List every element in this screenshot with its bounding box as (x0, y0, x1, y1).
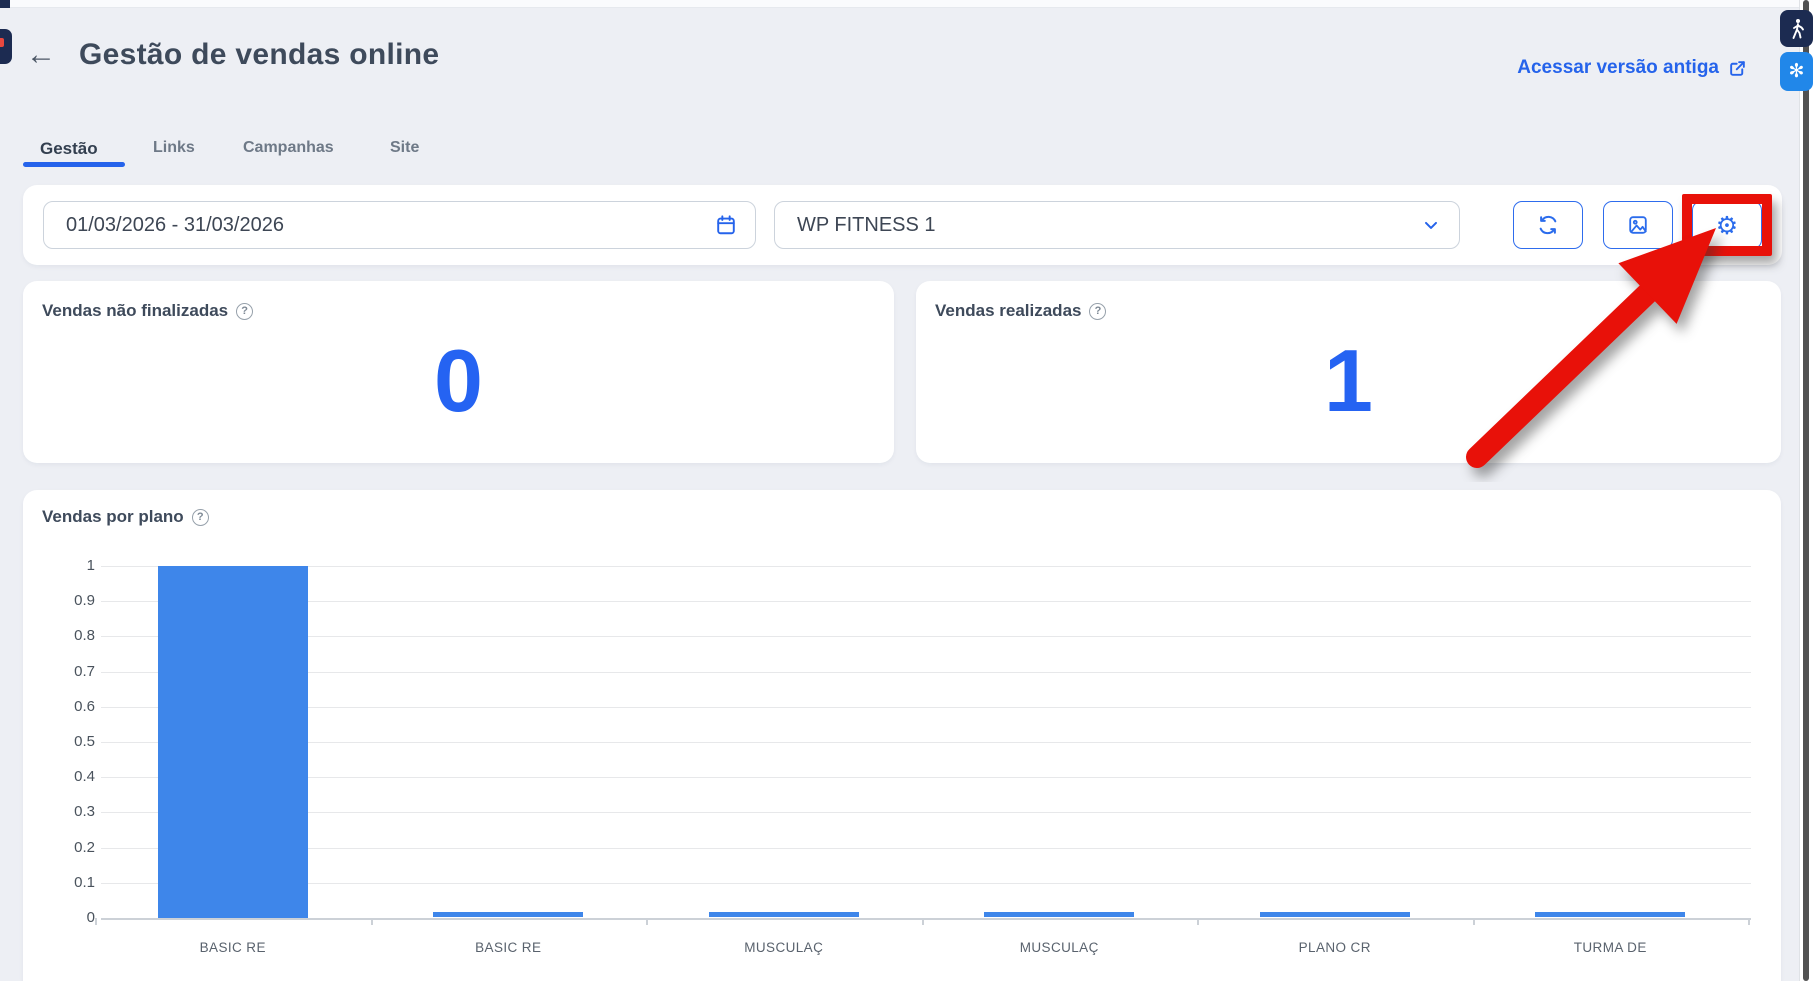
y-axis-tick-label: 0.6 (37, 698, 95, 715)
stat-value-completed: 1 (916, 337, 1781, 425)
y-axis-tick-label: 0.3 (37, 803, 95, 820)
x-axis-tick (1197, 918, 1199, 925)
gridline (101, 707, 1751, 708)
gridline (101, 601, 1751, 602)
scrollbar-thumb[interactable] (1803, 0, 1809, 981)
stat-label: Vendas realizadas (935, 301, 1081, 321)
back-button[interactable]: ← (26, 40, 56, 70)
bar-plano-cr (1260, 912, 1410, 917)
help-icon[interactable]: ? (1089, 303, 1106, 320)
toolbar: 01/03/2026 - 31/03/2026 WP FITNESS 1 (23, 185, 1782, 265)
gridline (101, 777, 1751, 778)
help-icon[interactable]: ? (236, 303, 253, 320)
x-axis-category-label: MUSCULAÇ (646, 940, 922, 955)
x-axis-category-label: BASIC RE (370, 940, 646, 955)
unit-select[interactable]: WP FITNESS 1 (774, 201, 1460, 249)
x-axis-tick (922, 918, 924, 925)
external-link-icon (1728, 59, 1747, 78)
y-axis-tick-label: 0.1 (37, 874, 95, 891)
date-range-value: 01/03/2026 - 31/03/2026 (44, 214, 715, 237)
active-tab-underline (23, 162, 125, 167)
stat-card-completed-sales: Vendas realizadas ? 1 (916, 281, 1781, 463)
x-axis-category-label: BASIC RE (95, 940, 371, 955)
y-axis-tick-label: 0.2 (37, 839, 95, 856)
x-axis-tick (646, 918, 648, 925)
refresh-icon (1537, 214, 1559, 236)
sales-management-page: ← Gestão de vendas online Acessar versão… (0, 0, 1816, 981)
sales-by-plan-card: Vendas por plano ? 10.90.80.70.60.50.40.… (23, 490, 1781, 981)
tab-campanhas[interactable]: Campanhas (243, 139, 334, 157)
y-axis-tick-label: 0.7 (37, 663, 95, 680)
legacy-version-link-label: Acessar versão antiga (1517, 57, 1719, 79)
calendar-icon (715, 214, 737, 236)
gridline (101, 742, 1751, 743)
stat-card-unfinished-sales: Vendas não finalizadas ? 0 (23, 281, 894, 463)
gear-icon: ⚙ (1716, 213, 1738, 238)
tab-gestao[interactable]: Gestão (40, 139, 98, 159)
y-axis-tick-label: 0.9 (37, 592, 95, 609)
stat-value-unfinished: 0 (23, 337, 894, 425)
legacy-version-link[interactable]: Acessar versão antiga (1517, 57, 1747, 79)
top-strip (0, 0, 1816, 8)
x-axis-tick (95, 918, 97, 925)
gridline (101, 848, 1751, 849)
y-axis-tick-label: 0.4 (37, 768, 95, 785)
walking-person-icon (1787, 18, 1807, 40)
image-button[interactable] (1603, 201, 1673, 249)
gridline (101, 812, 1751, 813)
y-axis-tick-label: 1 (37, 557, 95, 574)
x-axis-baseline (101, 918, 1751, 920)
settings-button[interactable]: ⚙ (1692, 201, 1762, 249)
chat-widget-button[interactable]: ✻ (1780, 52, 1813, 91)
tab-links[interactable]: Links (153, 139, 195, 157)
corner-chip (0, 0, 10, 8)
x-axis-category-label: MUSCULAÇ (921, 940, 1197, 955)
x-axis-tick (1748, 918, 1750, 925)
y-axis-tick-label: 0.5 (37, 733, 95, 750)
accessibility-widget-button[interactable] (1780, 10, 1813, 47)
x-axis-category-label: PLANO CR (1197, 940, 1473, 955)
bar-basic-re (158, 566, 308, 918)
gridline (101, 636, 1751, 637)
y-axis-tick-label: 0.8 (37, 627, 95, 644)
gridline (101, 672, 1751, 673)
x-axis-category-label: TURMA DE (1472, 940, 1748, 955)
gridline (101, 883, 1751, 884)
page-title: Gestão de vendas online (79, 38, 439, 72)
bar-musculaç (709, 912, 859, 917)
bar-turma-de (1535, 912, 1685, 917)
tab-site[interactable]: Site (390, 139, 419, 157)
bar-musculaç (984, 912, 1134, 917)
date-range-input[interactable]: 01/03/2026 - 31/03/2026 (43, 201, 756, 249)
x-axis-tick (1473, 918, 1475, 925)
unit-select-value: WP FITNESS 1 (775, 214, 1421, 237)
chevron-down-icon (1421, 215, 1441, 235)
refresh-button[interactable] (1513, 201, 1583, 249)
stat-label: Vendas não finalizadas (42, 301, 228, 321)
y-axis-tick-label: 0 (37, 909, 95, 926)
swirl-logo-icon: ✻ (1789, 60, 1805, 83)
gridline (101, 566, 1751, 567)
drawer-tab-notch (0, 38, 4, 47)
image-icon (1627, 214, 1649, 236)
bar-chart: 10.90.80.70.60.50.40.30.20.10BASIC REBAS… (23, 490, 1781, 981)
bar-basic-re (433, 912, 583, 917)
side-drawer-tab[interactable] (0, 29, 12, 64)
x-axis-tick (371, 918, 373, 925)
